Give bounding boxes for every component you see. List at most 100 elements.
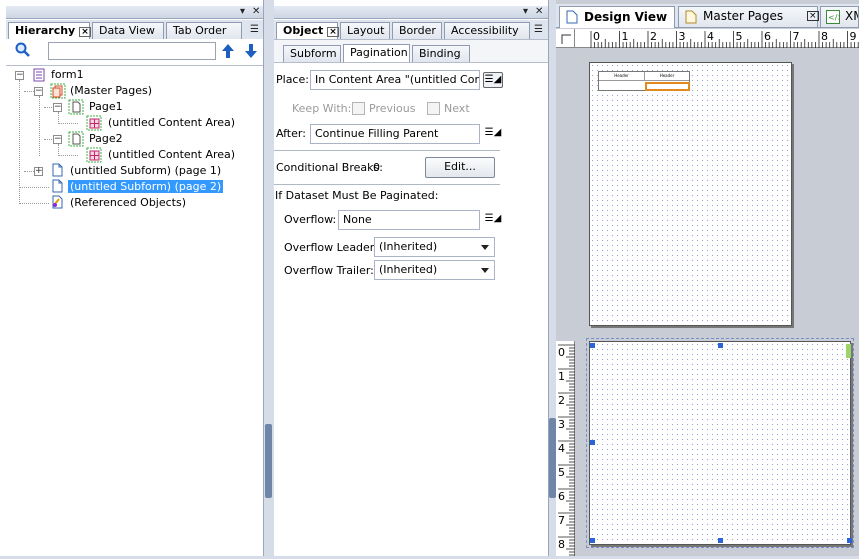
mini-table[interactable]: Header Header	[598, 71, 690, 91]
search-input[interactable]	[48, 42, 216, 60]
after-list-icon[interactable]: ☰◢	[483, 126, 503, 142]
master-pages-icon	[50, 83, 66, 99]
move-up-icon[interactable]	[221, 43, 235, 62]
close-icon[interactable]: ✕	[535, 6, 543, 18]
subtab-subform[interactable]: Subform	[283, 45, 341, 62]
tab-label: Master Pages	[703, 9, 784, 23]
tree-item-referenced-objects[interactable]: (Referenced Objects)	[68, 195, 188, 211]
place-field[interactable]: In Content Area "(untitled Conten	[310, 70, 480, 90]
page-icon	[685, 10, 697, 30]
tree-item-content-area-2[interactable]: (untitled Content Area)	[106, 147, 237, 163]
tab-accessibility[interactable]: Accessibility	[444, 22, 530, 39]
panel-menu-icon[interactable]: ▾	[240, 6, 245, 18]
subform-icon	[50, 163, 64, 177]
tree-item-form1[interactable]: form1	[49, 67, 86, 83]
chevron-down-icon	[481, 245, 489, 250]
ruler-tick-label: 2	[558, 394, 565, 407]
resize-handle-se[interactable]	[847, 538, 852, 543]
tab-label: Tab Order	[173, 24, 227, 37]
tree-item-label: (Master Pages)	[70, 84, 153, 97]
tab-tab-order[interactable]: Tab Order	[166, 22, 242, 39]
previous-checkbox[interactable]	[352, 102, 365, 115]
resize-handle-sw[interactable]	[590, 538, 595, 543]
tab-design-view[interactable]: Design View	[559, 6, 675, 28]
close-icon[interactable]: ✕	[252, 6, 260, 18]
ruler-tick-label: 1	[622, 30, 629, 43]
close-tab-icon[interactable]: ×	[807, 11, 819, 21]
after-field[interactable]: Continue Filling Parent	[310, 124, 480, 144]
next-checkbox[interactable]	[427, 102, 440, 115]
tab-list-icon[interactable]: ☰	[534, 24, 543, 36]
tree-item-subform-page1[interactable]: (untitled Subform) (page 1)	[68, 163, 223, 179]
tab-border[interactable]: Border	[392, 22, 442, 39]
panel-menu-icon[interactable]: ▾	[523, 6, 528, 18]
place-label: Place:	[276, 73, 309, 86]
close-tab-icon[interactable]: ×	[327, 27, 339, 37]
referenced-objects-icon	[50, 195, 64, 209]
page-2-canvas[interactable]	[586, 338, 854, 548]
resize-handle-s[interactable]	[718, 538, 723, 543]
move-down-icon[interactable]	[244, 43, 258, 62]
resize-handle-w[interactable]	[590, 440, 595, 445]
subtab-pagination[interactable]: Pagination	[343, 44, 410, 62]
vertical-ruler: 0 1 2 3 4 5 6 7 8	[556, 341, 575, 556]
svg-text:</>: </>	[828, 13, 840, 22]
tree-item-master-pages[interactable]: (Master Pages)	[68, 83, 154, 99]
tree-item-page1[interactable]: Page1	[87, 99, 125, 115]
ruler-tick-label: 2	[650, 30, 657, 43]
splitter-right[interactable]	[548, 0, 556, 556]
hierarchy-tabs: Hierarchy × Data View Tab Order ☰	[6, 20, 263, 40]
page-1-canvas[interactable]: Header Header	[589, 62, 792, 326]
close-tab-icon[interactable]: ×	[79, 27, 91, 37]
resize-handle-n[interactable]	[718, 343, 723, 348]
splitter-left[interactable]	[263, 0, 274, 556]
tab-layout[interactable]: Layout	[340, 22, 390, 39]
chevron-down-icon	[481, 268, 489, 273]
collapse-icon[interactable]: −	[53, 135, 62, 144]
tree-item-label: (untitled Content Area)	[108, 116, 236, 129]
collapse-icon[interactable]: −	[53, 103, 62, 112]
splitter-grip[interactable]	[265, 424, 272, 498]
overflow-trailer-value: (Inherited)	[379, 263, 438, 276]
after-value: Continue Filling Parent	[315, 127, 439, 140]
object-titlebar: ▾ ✕	[274, 6, 548, 19]
tab-label: Hierarchy	[15, 24, 76, 37]
overflow-list-icon[interactable]: ☰◢	[483, 212, 503, 228]
tree-item-label: form1	[51, 68, 84, 81]
expand-icon[interactable]: +	[34, 167, 43, 176]
place-list-icon[interactable]: ☰◢	[483, 72, 503, 88]
tab-master-pages[interactable]: Master Pages ×	[678, 6, 819, 30]
ruler-tick-label: 4	[558, 442, 565, 455]
place-value: In Content Area "(untitled Conten	[315, 73, 480, 86]
tree-item-subform-page2[interactable]: (untitled Subform) (page 2)	[68, 179, 224, 195]
subtab-binding[interactable]: Binding	[412, 45, 470, 62]
tab-xml-source[interactable]: </> XM	[820, 6, 859, 27]
object-panel: ▾ ✕ Object × Layout Border Accessibility …	[274, 0, 548, 556]
collapse-icon[interactable]: −	[15, 71, 24, 80]
overflow-leader-select[interactable]: (Inherited)	[374, 237, 495, 257]
tab-label: Accessibility	[451, 24, 519, 37]
ruler-tick-label: 1	[558, 370, 565, 383]
vertical-ruler-upper	[556, 48, 575, 335]
tree-item-page2[interactable]: Page2	[87, 131, 125, 147]
resize-handle-nw[interactable]	[590, 343, 595, 348]
design-panel: Design View Master Pages × </> XM 0 1 2 3 4 5…	[556, 0, 859, 556]
tree-item-label: (untitled Subform) (page 2)	[68, 180, 224, 193]
tree-item-content-area-1[interactable]: (untitled Content Area)	[106, 115, 237, 131]
search-icon[interactable]	[15, 42, 31, 61]
overflow-trailer-label: Overflow Trailer:	[284, 264, 374, 277]
overflow-field[interactable]: None	[338, 210, 480, 230]
hierarchy-toolbar	[6, 39, 263, 65]
tab-data-view[interactable]: Data View	[92, 22, 164, 39]
overflow-trailer-select[interactable]: (Inherited)	[374, 260, 495, 280]
splitter-grip[interactable]	[549, 418, 556, 498]
hierarchy-tree: − form1 − (Master Pages) − Page1 (untitl…	[6, 65, 263, 556]
tab-object[interactable]: Object ×	[276, 22, 339, 40]
tree-item-label: (untitled Content Area)	[108, 148, 236, 161]
tab-list-icon[interactable]: ☰	[250, 24, 259, 36]
collapse-icon[interactable]: −	[34, 87, 43, 96]
tab-hierarchy[interactable]: Hierarchy ×	[8, 22, 91, 40]
edit-button[interactable]: Edit...	[425, 157, 495, 178]
selection-marker	[846, 344, 851, 358]
ruler-tick-label: 7	[558, 514, 565, 527]
